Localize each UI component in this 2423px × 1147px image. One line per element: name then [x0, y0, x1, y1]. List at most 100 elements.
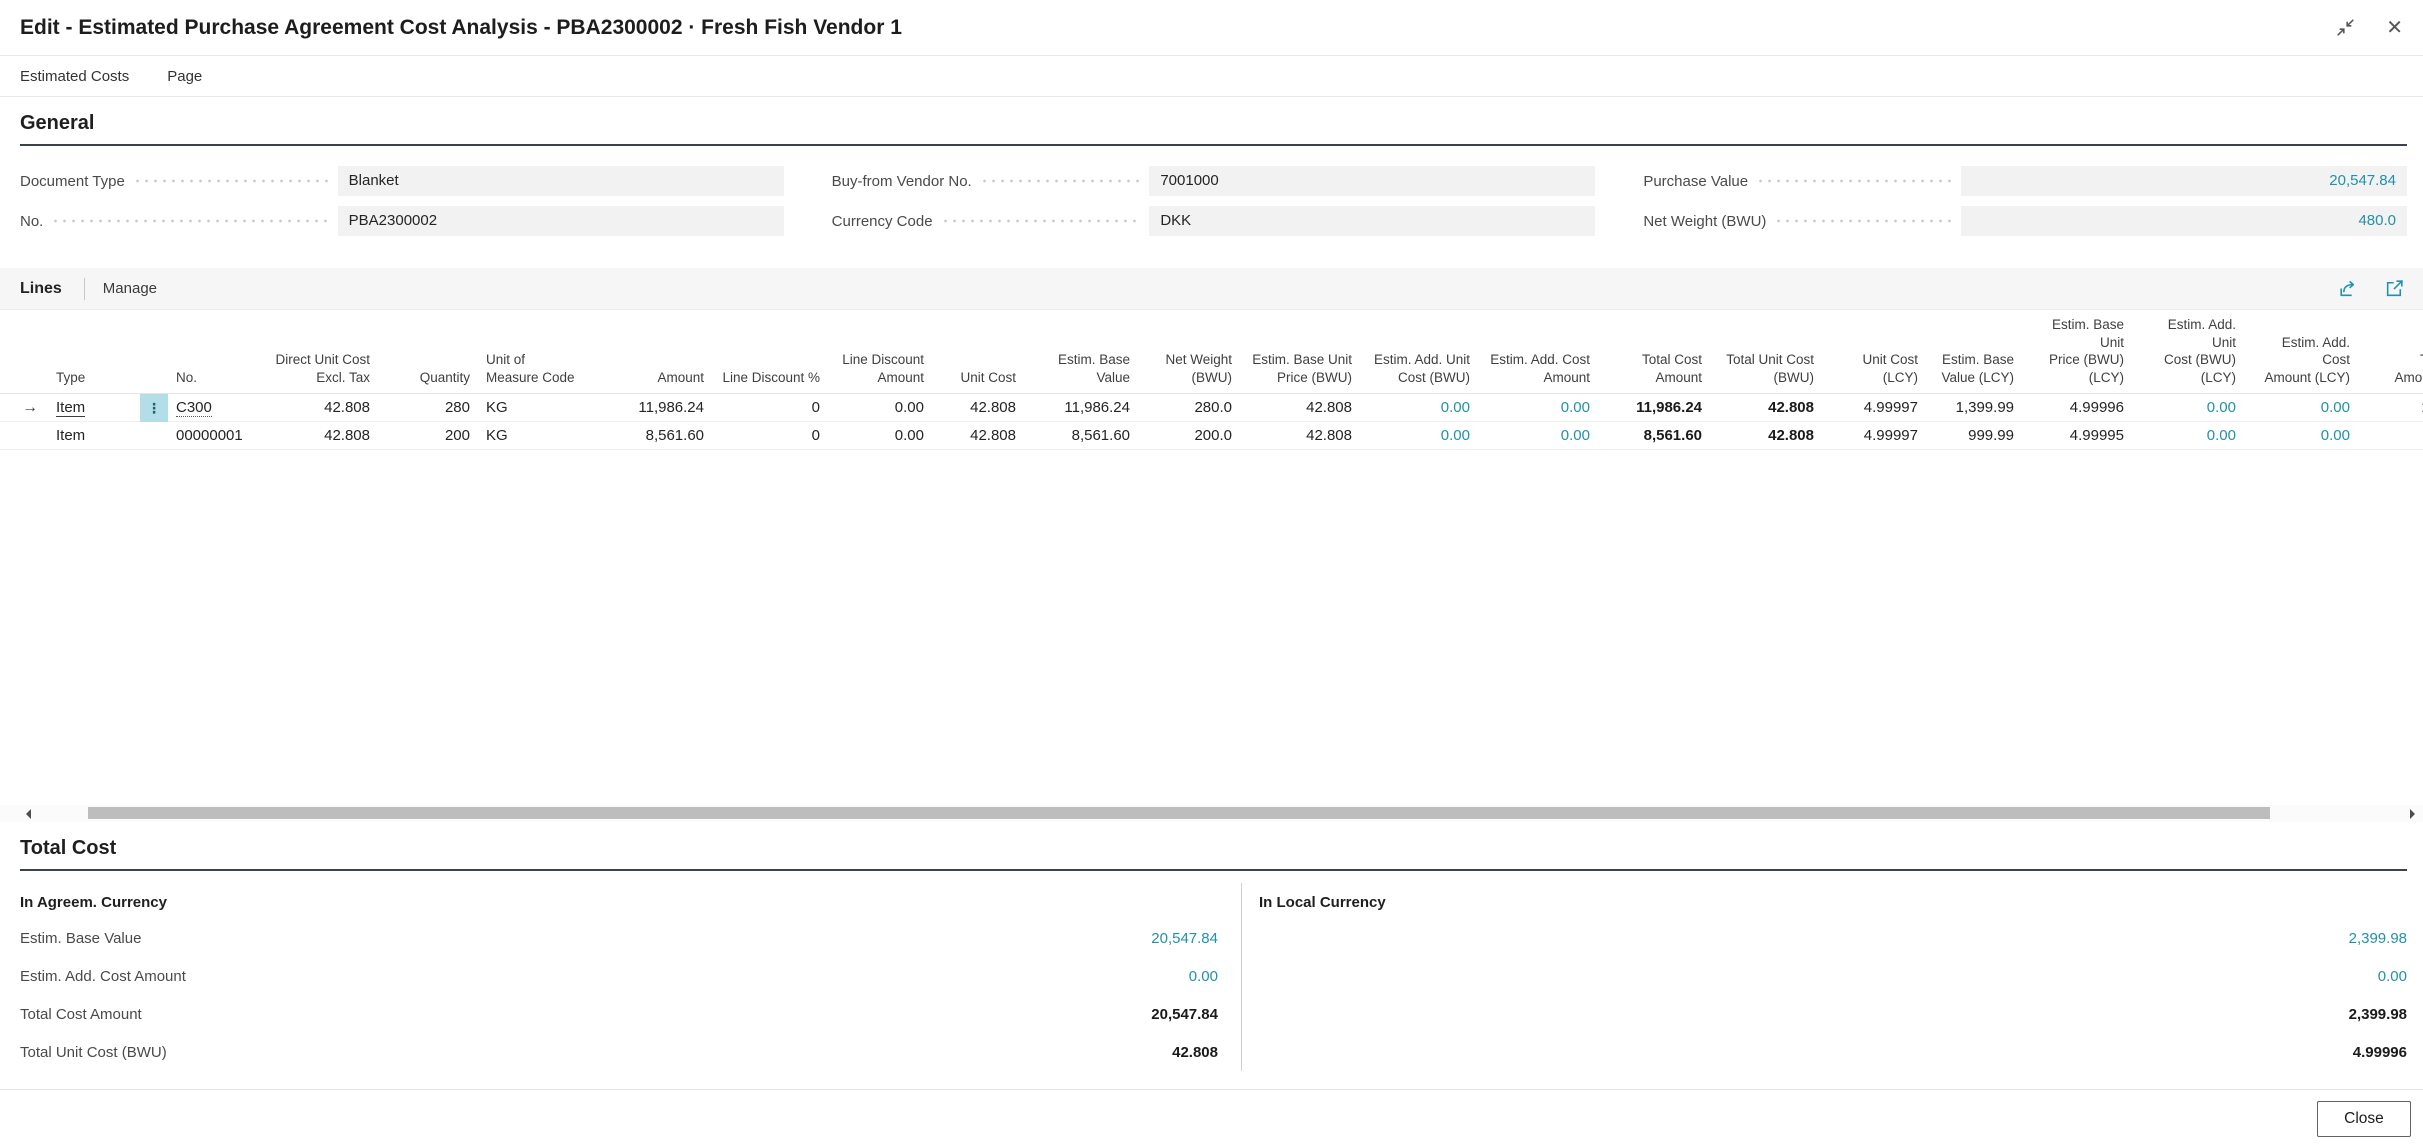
cell-total-unit-cost-bwu[interactable]: 42.808 — [1710, 394, 1822, 422]
document-type-value[interactable]: Blanket — [338, 166, 784, 196]
cell-estim-base-value-lcy[interactable]: 999.99 — [1926, 422, 2022, 450]
cell-unit-cost[interactable]: 42.808 — [932, 422, 1024, 450]
cell-line-discount-pct[interactable]: 0 — [712, 422, 828, 450]
horizontal-scrollbar[interactable] — [0, 805, 2423, 822]
collapse-window-button[interactable] — [2331, 13, 2360, 42]
cell-total-cost-amount[interactable]: 11,986.24 — [1598, 394, 1710, 422]
cell-estim-base-value[interactable]: 11,986.24 — [1024, 394, 1138, 422]
tab-lines[interactable]: Lines — [20, 280, 62, 298]
no-link[interactable]: C300 — [176, 399, 212, 417]
col-header-unit-of-measure-code[interactable]: Unit of Measure Code — [478, 351, 614, 386]
purchase-value-value[interactable]: 20,547.84 — [1961, 166, 2407, 196]
cell-total-cost-amount-lcy[interactable]: 1,399.99 — [2358, 394, 2423, 422]
col-header-no[interactable]: No. — [168, 369, 256, 387]
col-header-estim-base-unit-price-bwu[interactable]: Estim. Base Unit Price (BWU) — [1240, 351, 1360, 386]
cell-estim-base-unit-price-bwu[interactable]: 42.808 — [1240, 394, 1360, 422]
cell-line-discount-pct[interactable]: 0 — [712, 394, 828, 422]
col-header-total-cost-amount-lcy[interactable]: Total Cost Amount (LCY) — [2358, 351, 2423, 386]
cell-no[interactable]: 00000001 — [168, 422, 256, 450]
cell-estim-add-cost-amount-lcy[interactable]: 0.00 — [2244, 422, 2358, 450]
currency-code-value[interactable]: DKK — [1149, 206, 1595, 236]
col-header-unit-cost[interactable]: Unit Cost — [932, 369, 1024, 387]
col-header-line-discount-pct[interactable]: Line Discount % — [712, 369, 828, 387]
cell-total-cost-amount-lcy[interactable] — [2358, 422, 2423, 450]
cell-total-cost-amount[interactable]: 8,561.60 — [1598, 422, 1710, 450]
col-header-direct-unit-cost-excl-tax[interactable]: Direct Unit Cost Excl. Tax — [256, 351, 378, 386]
col-header-amount[interactable]: Amount — [614, 369, 712, 387]
col-header-line-discount-amount[interactable]: Line Discount Amount — [828, 351, 932, 386]
cell-type[interactable]: Item — [48, 422, 140, 450]
col-header-estim-add-unit-cost-bwu-lcy[interactable]: Estim. Add. Unit Cost (BWU) (LCY) — [2132, 316, 2244, 386]
close-window-button[interactable]: ✕ — [2382, 14, 2407, 42]
col-header-estim-add-unit-cost-bwu[interactable]: Estim. Add. Unit Cost (BWU) — [1360, 351, 1478, 386]
menu-page[interactable]: Page — [167, 68, 202, 85]
cell-net-weight-bwu[interactable]: 200.0 — [1138, 422, 1240, 450]
table-row[interactable]: Item0000000142.808200KG8,561.6000.0042.8… — [0, 422, 2423, 450]
cell-direct-unit-cost-excl-tax[interactable]: 42.808 — [256, 394, 378, 422]
cell-quantity[interactable]: 200 — [378, 422, 478, 450]
col-header-quantity[interactable]: Quantity — [378, 369, 478, 387]
general-section-heading[interactable]: General — [20, 111, 2407, 146]
cell-estim-base-unit-price-bwu[interactable]: 42.808 — [1240, 422, 1360, 450]
type-link[interactable]: Item — [56, 399, 85, 417]
cell-net-weight-bwu[interactable]: 280.0 — [1138, 394, 1240, 422]
col-header-estim-add-cost-amount-lcy[interactable]: Estim. Add. Cost Amount (LCY) — [2244, 334, 2358, 387]
col-header-estim-base-value[interactable]: Estim. Base Value — [1024, 351, 1138, 386]
col-header-estim-base-value-lcy[interactable]: Estim. Base Value (LCY) — [1926, 351, 2022, 386]
cell-amount[interactable]: 11,986.24 — [614, 394, 712, 422]
col-header-unit-cost-lcy[interactable]: Unit Cost (LCY) — [1822, 351, 1926, 386]
cell-unit-of-measure-code[interactable]: KG — [478, 422, 614, 450]
cell-estim-add-unit-cost-bwu-lcy[interactable]: 0.00 — [2132, 422, 2244, 450]
col-header-estim-add-cost-amount[interactable]: Estim. Add. Cost Amount — [1478, 351, 1598, 386]
cell-unit-cost[interactable]: 42.808 — [932, 394, 1024, 422]
net-weight-bwu-value[interactable]: 480.0 — [1961, 206, 2407, 236]
cell-amount[interactable]: 8,561.60 — [614, 422, 712, 450]
col-header-net-weight-bwu[interactable]: Net Weight (BWU) — [1138, 351, 1240, 386]
buy-from-vendor-no-value[interactable]: 7001000 — [1149, 166, 1595, 196]
no-value[interactable]: PBA2300002 — [338, 206, 784, 236]
scroll-right-icon[interactable] — [2410, 809, 2415, 819]
share-button[interactable] — [2335, 276, 2360, 301]
estim-add-cost-amount-agreem[interactable]: 0.00 — [1189, 968, 1218, 985]
close-icon: ✕ — [2386, 18, 2403, 38]
scrollbar-thumb[interactable] — [88, 807, 2270, 819]
cell-unit-of-measure-code[interactable]: KG — [478, 394, 614, 422]
cell-estim-base-unit-price-bwu-lcy[interactable]: 4.99996 — [2022, 394, 2132, 422]
cell-estim-add-unit-cost-bwu[interactable]: 0.00 — [1360, 394, 1478, 422]
cell-total-unit-cost-bwu[interactable]: 42.808 — [1710, 422, 1822, 450]
cell-unit-cost-lcy[interactable]: 4.99997 — [1822, 394, 1926, 422]
ellipsis-icon[interactable]: ⋮ — [147, 400, 161, 416]
cell-line-discount-amount[interactable]: 0.00 — [828, 422, 932, 450]
estim-add-cost-amount-local[interactable]: 0.00 — [2378, 968, 2407, 985]
col-header-type[interactable]: Type — [48, 369, 140, 387]
cell-quantity[interactable]: 280 — [378, 394, 478, 422]
scroll-left-icon[interactable] — [26, 809, 31, 819]
col-header-total-unit-cost-bwu[interactable]: Total Unit Cost (BWU) — [1710, 351, 1822, 386]
cell-no[interactable]: C300 — [168, 394, 256, 422]
cell-estim-add-cost-amount[interactable]: 0.00 — [1478, 422, 1598, 450]
cell-estim-add-unit-cost-bwu-lcy[interactable]: 0.00 — [2132, 394, 2244, 422]
cell-direct-unit-cost-excl-tax[interactable]: 42.808 — [256, 422, 378, 450]
estim-base-value-local[interactable]: 2,399.98 — [2349, 930, 2407, 947]
cell-estim-base-value[interactable]: 8,561.60 — [1024, 422, 1138, 450]
col-header-estim-base-unit-price-bwu-lcy[interactable]: Estim. Base Unit Price (BWU) (LCY) — [2022, 316, 2132, 386]
dotted-leader — [980, 179, 1142, 183]
cell-type[interactable]: Item — [48, 394, 140, 422]
tab-manage[interactable]: Manage — [103, 280, 157, 297]
cell-estim-add-unit-cost-bwu[interactable]: 0.00 — [1360, 422, 1478, 450]
total-cost-heading[interactable]: Total Cost — [20, 836, 2407, 871]
cell-unit-cost-lcy[interactable]: 4.99997 — [1822, 422, 1926, 450]
focus-mode-button[interactable] — [2382, 276, 2407, 301]
estim-base-value-agreem[interactable]: 20,547.84 — [1151, 930, 1218, 947]
cell-estim-add-cost-amount-lcy[interactable]: 0.00 — [2244, 394, 2358, 422]
table-row[interactable]: →Item⋮C30042.808280KG11,986.2400.0042.80… — [0, 394, 2423, 422]
cell-estim-base-value-lcy[interactable]: 1,399.99 — [1926, 394, 2022, 422]
cell-estim-add-cost-amount[interactable]: 0.00 — [1478, 394, 1598, 422]
cell-estim-base-unit-price-bwu-lcy[interactable]: 4.99995 — [2022, 422, 2132, 450]
close-button[interactable]: Close — [2317, 1101, 2411, 1137]
col-header-total-cost-amount[interactable]: Total Cost Amount — [1598, 351, 1710, 386]
cell-line-discount-amount[interactable]: 0.00 — [828, 394, 932, 422]
row-menu-cell[interactable]: ⋮ — [140, 394, 168, 422]
menu-estimated-costs[interactable]: Estimated Costs — [20, 68, 129, 85]
row-arrow-icon: → — [22, 399, 38, 416]
